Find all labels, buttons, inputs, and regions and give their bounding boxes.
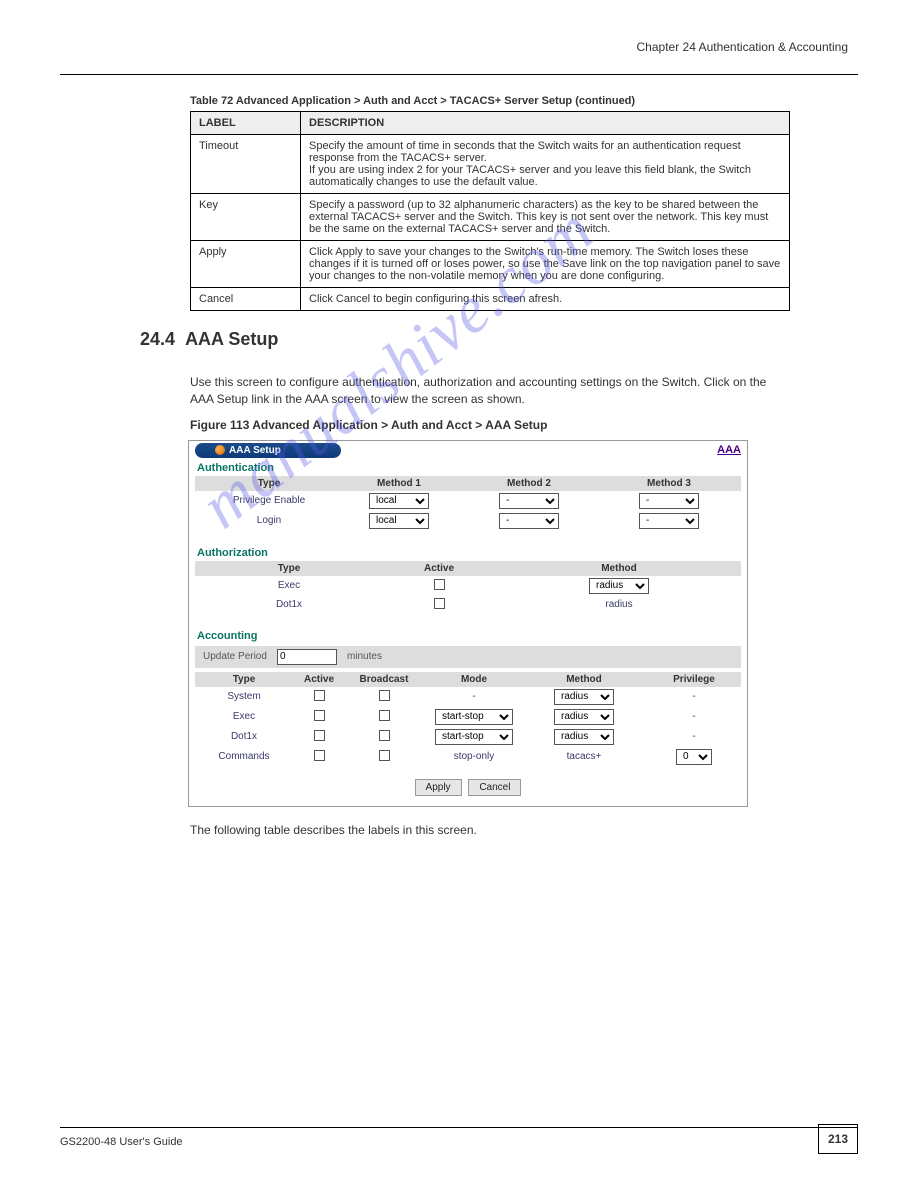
table-caption: Table 72 Advanced Application > Auth and…: [190, 95, 858, 107]
footer-rule: [60, 1127, 858, 1128]
auth-method3-select[interactable]: -: [639, 493, 699, 509]
label-cell: Cancel: [191, 288, 301, 311]
acct-active-checkbox[interactable]: [314, 690, 325, 701]
acct-broadcast-checkbox[interactable]: [379, 730, 390, 741]
auth-type: Privilege Enable: [199, 495, 339, 506]
auth-method3-select[interactable]: -: [639, 513, 699, 529]
acct-row: Exec start-stop radius -: [195, 707, 741, 727]
chapter-header: Chapter 24 Authentication & Accounting: [60, 40, 858, 54]
authz-row: Exec radius: [195, 576, 741, 596]
authorization-heading: Authorization: [197, 547, 741, 559]
update-period-input[interactable]: [277, 649, 337, 665]
acct-row: Commands stop-only tacacs+ 0: [195, 747, 741, 767]
acct-priv-text: -: [692, 731, 695, 742]
auth-row: Login local - -: [195, 511, 741, 531]
acct-broadcast-checkbox[interactable]: [379, 750, 390, 761]
figure-caption: Figure 113 Advanced Application > Auth a…: [190, 418, 858, 432]
update-period-label: Update Period: [203, 651, 267, 662]
table-row: CancelClick Cancel to begin configuring …: [191, 288, 790, 311]
acct-type: Exec: [199, 711, 289, 722]
section-paragraph: Use this screen to configure authenticat…: [190, 374, 790, 408]
authz-method-text: radius: [605, 599, 632, 610]
panel-title: AAA Setup: [229, 445, 281, 456]
label-cell: Timeout: [191, 135, 301, 194]
acct-mode-text: -: [472, 691, 475, 702]
description-table: LABEL DESCRIPTION TimeoutSpecify the amo…: [190, 111, 790, 311]
acct-broadcast-checkbox[interactable]: [379, 710, 390, 721]
page-number: 213: [818, 1124, 858, 1154]
authentication-heading: Authentication: [197, 462, 741, 474]
desc-cell: Click Apply to save your changes to the …: [301, 241, 790, 288]
authz-header-row: Type Active Method: [195, 561, 741, 576]
desc-cell: Specify a password (up to 32 alphanumeri…: [301, 194, 790, 241]
acct-type: Commands: [199, 751, 289, 762]
authz-type: Dot1x: [199, 599, 379, 610]
acct-method-select[interactable]: radius: [554, 709, 614, 725]
acct-priv-text: -: [692, 691, 695, 702]
section-heading: 24.4 AAA Setup: [140, 329, 858, 350]
cancel-button[interactable]: Cancel: [468, 779, 521, 796]
acct-mode-select[interactable]: start-stop: [435, 709, 513, 725]
acct-type: System: [199, 691, 289, 702]
acct-active-checkbox[interactable]: [314, 710, 325, 721]
acct-header-row: Type Active Broadcast Mode Method Privil…: [195, 672, 741, 687]
apply-button[interactable]: Apply: [415, 779, 462, 796]
update-period-row: Update Period minutes: [195, 646, 741, 668]
auth-method1-select[interactable]: local: [369, 513, 429, 529]
table-row: ApplyClick Apply to save your changes to…: [191, 241, 790, 288]
acct-priv-text: -: [692, 711, 695, 722]
acct-active-checkbox[interactable]: [314, 750, 325, 761]
acct-method-text: tacacs+: [567, 751, 602, 762]
update-period-unit: minutes: [347, 651, 382, 662]
acct-row: Dot1x start-stop radius -: [195, 727, 741, 747]
authz-active-checkbox[interactable]: [434, 579, 445, 590]
auth-row: Privilege Enable local - -: [195, 491, 741, 511]
auth-method2-select[interactable]: -: [499, 513, 559, 529]
acct-mode-select[interactable]: start-stop: [435, 729, 513, 745]
th-label: LABEL: [191, 112, 301, 135]
aaa-link[interactable]: AAA: [717, 444, 741, 456]
desc-cell: Click Cancel to begin configuring this s…: [301, 288, 790, 311]
accounting-heading: Accounting: [197, 630, 741, 642]
auth-method2-select[interactable]: -: [499, 493, 559, 509]
list-intro: The following table describes the labels…: [190, 821, 790, 840]
footer-text: GS2200-48 User's Guide: [60, 1136, 183, 1148]
acct-broadcast-checkbox[interactable]: [379, 690, 390, 701]
acct-mode-text: stop-only: [454, 751, 495, 762]
acct-type: Dot1x: [199, 731, 289, 742]
label-cell: Key: [191, 194, 301, 241]
acct-row: System - radius -: [195, 687, 741, 707]
table-row: KeySpecify a password (up to 32 alphanum…: [191, 194, 790, 241]
auth-type: Login: [199, 515, 339, 526]
desc-cell: Specify the amount of time in seconds th…: [301, 135, 790, 194]
embedded-screenshot: AAA Setup AAA Authentication Type Method…: [188, 440, 748, 807]
authz-method-select[interactable]: radius: [589, 578, 649, 594]
acct-active-checkbox[interactable]: [314, 730, 325, 741]
table-row: TimeoutSpecify the amount of time in sec…: [191, 135, 790, 194]
th-description: DESCRIPTION: [301, 112, 790, 135]
acct-method-select[interactable]: radius: [554, 729, 614, 745]
acct-priv-select[interactable]: 0: [676, 749, 712, 765]
authz-row: Dot1x radius: [195, 596, 741, 614]
acct-method-select[interactable]: radius: [554, 689, 614, 705]
panel-title-pill: AAA Setup: [195, 443, 341, 458]
authz-active-checkbox[interactable]: [434, 598, 445, 609]
authz-type: Exec: [199, 580, 379, 591]
auth-method1-select[interactable]: local: [369, 493, 429, 509]
label-cell: Apply: [191, 241, 301, 288]
title-dot-icon: [215, 445, 225, 455]
auth-header-row: Type Method 1 Method 2 Method 3: [195, 476, 741, 491]
header-rule: [60, 74, 858, 75]
